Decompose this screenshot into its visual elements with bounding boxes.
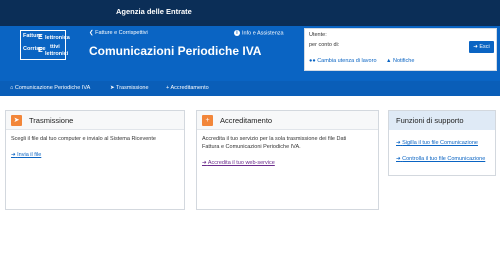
user-panel: Utente: per conto di: ●● Cambia utenza d… <box>304 28 497 71</box>
agency-name: Agenzia delle Entrate <box>116 7 192 16</box>
arrow-right-icon: ➜ <box>202 160 207 166</box>
back-fatture-link[interactable]: ❮ Fatture e Corrispettivi <box>89 30 148 36</box>
arrow-right-icon: ➜ <box>396 156 401 162</box>
notifications-link[interactable]: ▲ Notifiche <box>386 58 414 64</box>
card-description: Scegli il file dal tuo computer e invial… <box>11 136 156 142</box>
nav-item-trasmissione[interactable]: ➤ Trasmissione <box>110 85 149 91</box>
back-fatture-label: Fatture e Corrispettivi <box>95 30 148 36</box>
card-title: Trasmissione <box>29 116 74 125</box>
logout-icon: ➜ <box>473 44 478 50</box>
user-label: Utente: <box>309 32 327 38</box>
support-header: Funzioni di supporto <box>389 111 495 130</box>
accredita-webservice-link[interactable]: ➜ Accredita il tuo web-service <box>202 160 275 166</box>
send-icon: ➤ <box>11 115 22 126</box>
arrow-e-icon-2: E <box>38 47 43 54</box>
invia-file-link[interactable]: ➜ Invia il file <box>11 152 41 158</box>
users-icon: ●● <box>309 58 316 64</box>
card-trasmissione: ➤ Trasmissione Scegli il file dal tuo co… <box>5 110 185 210</box>
card-description: Accredita il tuo servizio per la sola tr… <box>202 136 347 150</box>
sigilla-file-link[interactable]: ➜ Sigilla il tuo file Comunicazione <box>396 140 478 146</box>
logout-button[interactable]: ➜ Esci <box>469 41 494 53</box>
arrow-right-icon: ➜ <box>396 140 401 146</box>
change-user-link[interactable]: ●● Cambia utenza di lavoro <box>309 58 377 64</box>
arrow-left-icon: ❮ <box>89 30 94 36</box>
page-title: Comunicazioni Periodiche IVA <box>89 44 262 58</box>
support-panel: Funzioni di supporto ➜ Sigilla il tuo fi… <box>388 110 496 176</box>
card-header: ➤ Trasmissione <box>6 111 184 130</box>
plus-icon: + <box>166 85 170 91</box>
main-nav: ⌂ Comunicazione Periodiche IVA ➤ Trasmis… <box>0 81 500 96</box>
card-title: Accreditamento <box>220 116 273 125</box>
top-bar: Agenzia delle Entrate <box>0 0 500 26</box>
home-icon: ⌂ <box>10 85 14 91</box>
bell-icon: ▲ <box>386 58 392 64</box>
send-icon: ➤ <box>110 85 115 91</box>
info-icon: i <box>234 30 240 36</box>
support-title: Funzioni di supporto <box>396 116 464 125</box>
fatture-corrispettivi-logo[interactable]: Fattura lettronica E Corrispe ttivi lettron… <box>20 30 70 60</box>
nav-item-accreditamento[interactable]: + Accreditamento <box>166 85 209 91</box>
info-assistenza-link[interactable]: i Info e Assistenza <box>234 30 284 36</box>
plus-icon: + <box>202 115 213 126</box>
for-label: per conto di: <box>309 42 340 48</box>
controlla-file-link[interactable]: ➜ Controlla il tuo file Comunicazione <box>396 156 485 162</box>
arrow-right-icon: ➜ <box>11 152 16 158</box>
info-assistenza-label: Info e Assistenza <box>242 30 284 37</box>
app-header: Fattura lettronica E Corrispe ttivi lettron… <box>0 26 500 81</box>
nav-item-home[interactable]: ⌂ Comunicazione Periodiche IVA <box>10 85 90 91</box>
arrow-e-icon: E <box>38 34 43 41</box>
card-accreditamento: + Accreditamento Accredita il tuo serviz… <box>196 110 379 210</box>
card-header: + Accreditamento <box>197 111 378 130</box>
